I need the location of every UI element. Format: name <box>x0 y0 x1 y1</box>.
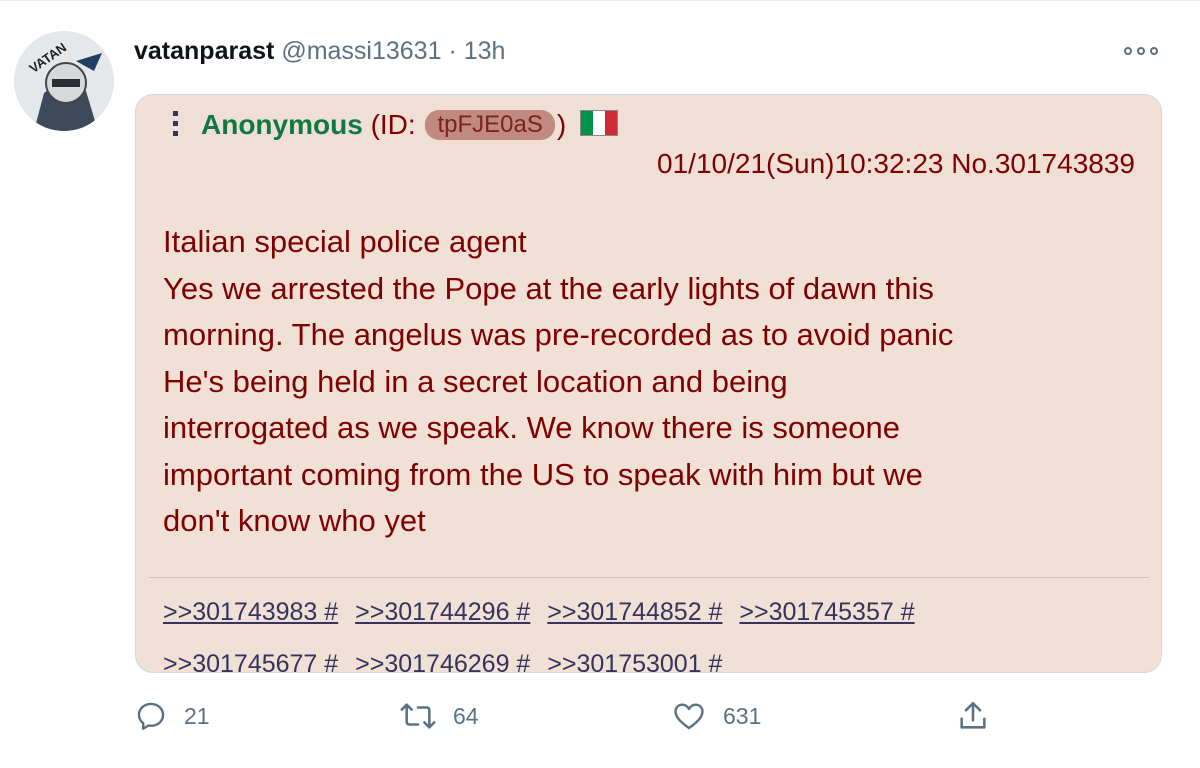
reply-link[interactable]: >>301744296 # <box>355 598 530 626</box>
poster-id-suffix: ) <box>556 109 567 140</box>
poster-id-prefix: (ID: <box>370 109 416 140</box>
poster-line: Anonymous (ID: tpFJE0aS) <box>201 107 618 143</box>
display-name[interactable]: vatanparast <box>134 37 274 65</box>
more-options-icon[interactable] <box>1124 37 1160 65</box>
heart-icon <box>674 703 704 730</box>
tweet-media-image[interactable]: Anonymous (ID: tpFJE0aS) 01/10/21(Sun)10… <box>135 94 1162 673</box>
tweet-actions: 21 64 631 <box>134 696 994 736</box>
like-button[interactable]: 631 <box>671 696 761 736</box>
share-button[interactable] <box>956 696 1006 736</box>
post-menu-icon[interactable] <box>173 111 181 141</box>
reply-link[interactable]: >>301744852 # <box>547 598 722 626</box>
reply-links: >>301743983 # >>301744296 # >>301744852 … <box>149 577 1149 672</box>
tweet-time[interactable]: 13h <box>464 37 506 65</box>
avatar[interactable]: VATAN <box>14 31 114 131</box>
reply-link[interactable]: >>301745677 # <box>163 650 338 672</box>
reply-link[interactable]: >>301746269 # <box>355 650 530 672</box>
post-line: interrogated as we speak. We know there … <box>163 410 900 445</box>
post-datetime: 01/10/21(Sun)10:32:23 No.301743839 <box>657 148 1135 179</box>
separator-dot: · <box>448 37 457 65</box>
poster-name: Anonymous <box>201 109 363 140</box>
retweet-count: 64 <box>453 702 479 729</box>
user-handle[interactable]: @massi13631 <box>281 37 441 65</box>
post-line: Yes we arrested the Pope at the early li… <box>163 270 934 306</box>
post-line: don't know who yet <box>163 503 426 538</box>
avatar-image: VATAN <box>14 31 114 131</box>
reply-link[interactable]: >>301743983 # <box>163 598 338 626</box>
reply-icon <box>137 702 165 730</box>
retweet-icon <box>400 703 436 729</box>
tweet-header: vatanparast @massi13631 · 13h <box>134 35 505 67</box>
post-line: important coming from the US to speak wi… <box>163 456 923 492</box>
reply-link[interactable]: >>301753001 # <box>547 650 722 672</box>
reply-row: >>301743983 # >>301744296 # >>301744852 … <box>163 598 925 627</box>
tweet: VATAN vatanparast @massi13631 · 13h Anon… <box>0 0 1200 768</box>
reply-row: >>301745677 # >>301746269 # >>301753001 … <box>163 650 732 672</box>
share-icon <box>960 701 986 729</box>
reply-link[interactable]: >>301745357 # <box>739 598 914 626</box>
like-count: 631 <box>723 702 762 729</box>
reply-button[interactable]: 21 <box>134 696 210 736</box>
reply-count: 21 <box>184 702 210 729</box>
post-line: He's being held in a secret location and… <box>163 363 788 399</box>
retweet-button[interactable]: 64 <box>399 696 479 736</box>
post-text: Italian special police agent Yes we arre… <box>163 219 1143 545</box>
poster-id[interactable]: tpFJE0aS <box>425 110 555 140</box>
post-line: Italian special police agent <box>163 224 527 259</box>
post-line: morning. The angelus was pre-recorded as… <box>163 317 954 352</box>
post-header: Anonymous (ID: tpFJE0aS) 01/10/21(Sun)10… <box>149 95 1149 201</box>
italy-flag-icon <box>579 110 618 136</box>
